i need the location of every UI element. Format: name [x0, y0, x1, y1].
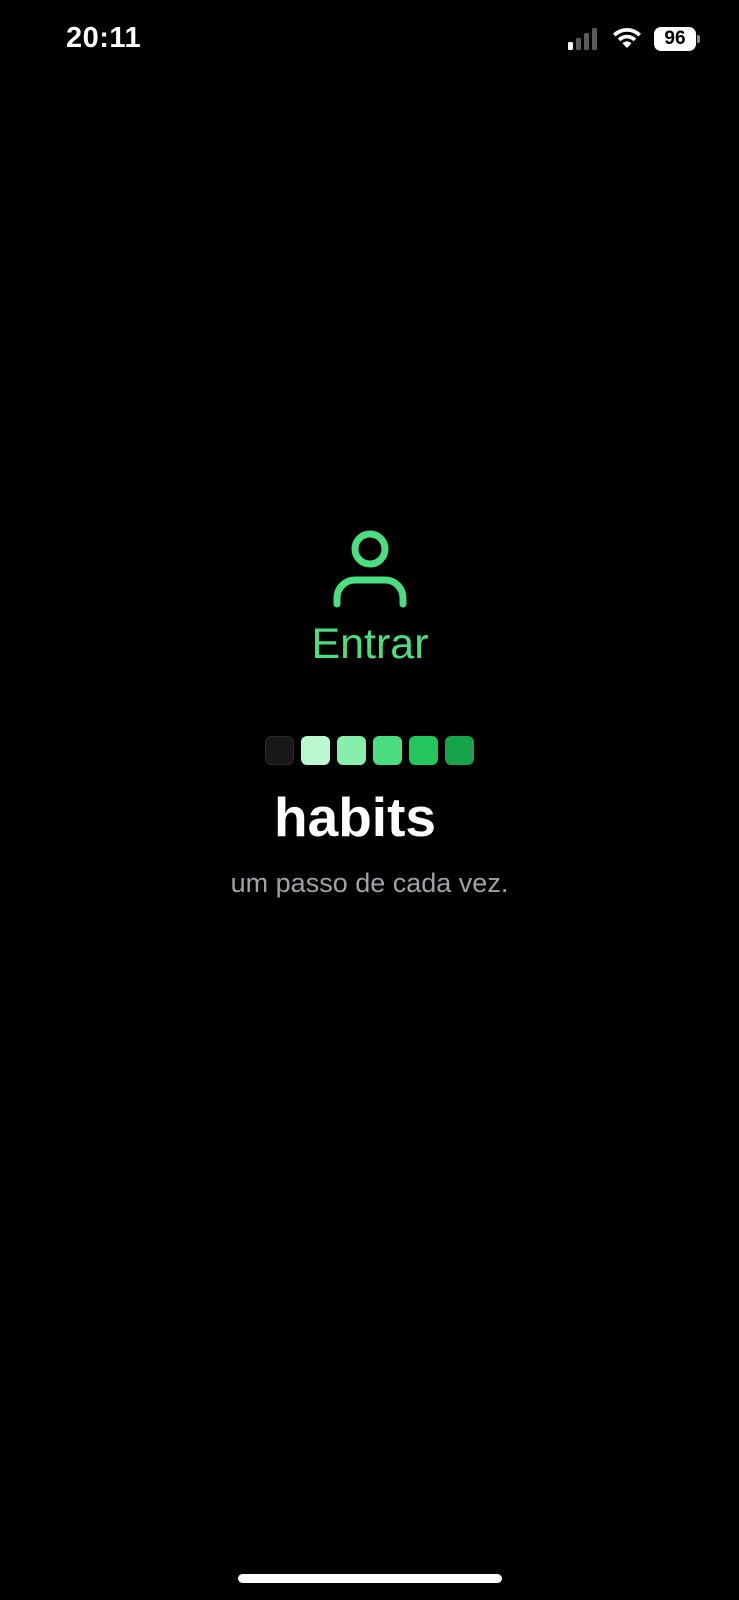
home-indicator[interactable] — [238, 1574, 502, 1583]
battery-level: 96 — [664, 28, 686, 49]
status-bar: 20:11 96 — [0, 0, 739, 84]
logo-square — [373, 736, 402, 765]
logo-square — [337, 736, 366, 765]
login-label: Entrar — [311, 620, 429, 668]
app-name: habits — [274, 786, 436, 848]
status-time: 20:11 — [66, 22, 142, 54]
login-screen: 20:11 96 Entrar habits um passo de cada … — [0, 0, 739, 1600]
battery-icon: 96 — [654, 27, 700, 51]
battery-body: 96 — [654, 27, 696, 51]
logo-square — [445, 736, 474, 765]
tagline: um passo de cada vez. — [230, 868, 509, 898]
user-icon — [333, 530, 407, 608]
login-button[interactable]: Entrar — [290, 530, 450, 675]
logo-square — [409, 736, 438, 765]
signal-icon — [568, 28, 597, 50]
wifi-icon — [613, 28, 641, 48]
logo-square — [301, 736, 330, 765]
battery-tip — [697, 35, 700, 43]
logo-squares — [265, 736, 474, 765]
logo-square — [265, 736, 294, 765]
